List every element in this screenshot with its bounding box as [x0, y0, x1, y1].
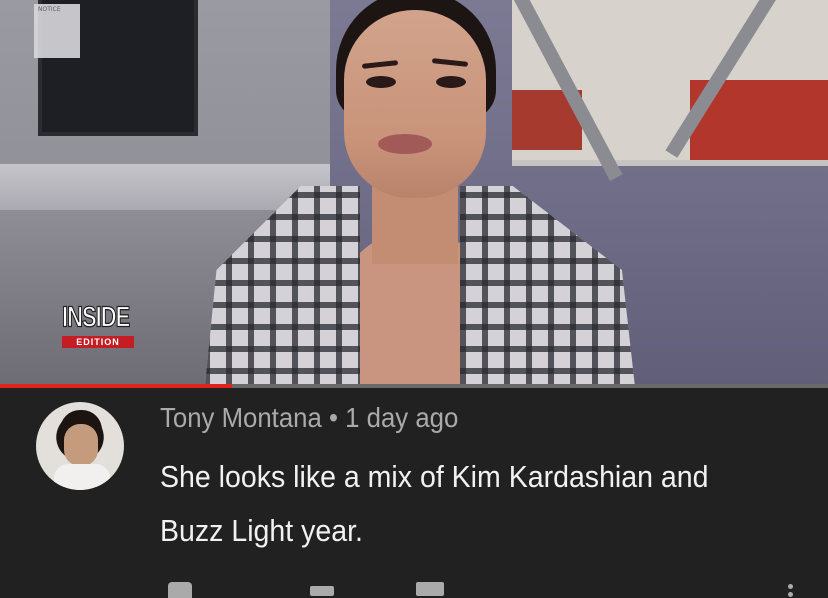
meta-separator: • [328, 402, 339, 433]
avatar-face [64, 424, 98, 466]
comment-author[interactable]: Tony Montana [160, 402, 322, 433]
video-player[interactable]: NOTICE INSIDE EDITION [0, 0, 828, 386]
person-lips [378, 134, 432, 154]
notice-sign-text: NOTICE [38, 6, 61, 13]
notice-sign: NOTICE [34, 4, 80, 58]
comment-body: She looks like a mix of Kim Kardashian a… [160, 459, 709, 548]
counter-top [0, 164, 330, 212]
person-eye [436, 76, 466, 88]
logo-word-inside: INSIDE [62, 300, 131, 334]
person-face [344, 10, 486, 198]
inside-edition-logo: INSIDE EDITION [62, 298, 138, 352]
more-vertical-icon[interactable] [788, 584, 793, 597]
video-progress-fill [0, 384, 232, 388]
comment-timestamp[interactable]: 1 day ago [345, 402, 458, 433]
thumbs-up-icon[interactable] [168, 582, 192, 598]
commenter-avatar[interactable] [36, 402, 124, 490]
comment-actions [160, 576, 828, 598]
comment-meta: Tony Montana • 1 day ago [160, 402, 458, 434]
person-eye [366, 76, 396, 88]
reply-icon[interactable] [416, 582, 444, 596]
video-progress-bar[interactable] [0, 384, 828, 388]
avatar-shirt [54, 464, 110, 490]
thumbs-down-icon[interactable] [310, 586, 334, 596]
